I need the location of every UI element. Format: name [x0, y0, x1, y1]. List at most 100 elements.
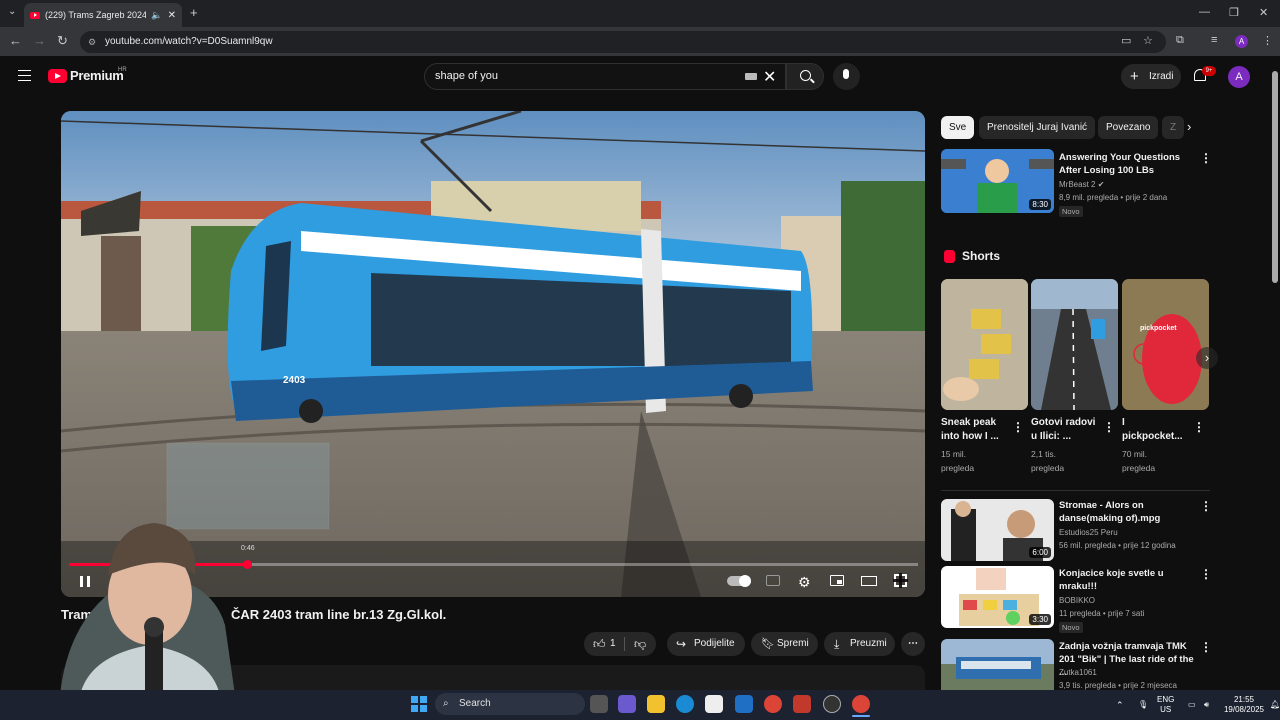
- short-title-line2[interactable]: into how I ...: [941, 430, 999, 444]
- video-thumbnail[interactable]: 6:00: [941, 499, 1054, 561]
- save-button[interactable]: 🔖︎ Spremi: [751, 632, 818, 656]
- minimize-icon[interactable]: —: [1199, 6, 1210, 18]
- video-channel[interactable]: BOBIKKO: [1059, 596, 1095, 605]
- site-info-icon[interactable]: ⚙: [88, 31, 96, 53]
- plus-icon: +: [1130, 68, 1139, 85]
- video-menu-icon[interactable]: ⋮: [1200, 151, 1212, 165]
- chrome-active-icon[interactable]: [852, 695, 870, 713]
- back-icon[interactable]: ←: [9, 34, 22, 48]
- outlook-icon[interactable]: [735, 695, 753, 713]
- short-card[interactable]: pickpocket: [1122, 279, 1209, 410]
- webcam-feed: [60, 523, 235, 695]
- address-bar[interactable]: ⚙ youtube.com/watch?v=D0Suamnl9qw: [80, 31, 1166, 53]
- app-icon[interactable]: [793, 695, 811, 713]
- short-views-unit: pregleda: [941, 463, 975, 473]
- browser-menu-icon[interactable]: ⋮: [1262, 34, 1273, 47]
- share-button[interactable]: ↪ Podijelite: [667, 632, 745, 656]
- search-input[interactable]: shape of you: [424, 63, 786, 90]
- short-title-line1[interactable]: Gotovi radovi: [1031, 416, 1095, 430]
- video-menu-icon[interactable]: ⋮: [1200, 499, 1212, 513]
- media-control-icon[interactable]: ≡: [1211, 34, 1217, 46]
- copilot-icon[interactable]: [618, 695, 636, 713]
- short-thumbnail: [1031, 279, 1118, 410]
- edge-icon[interactable]: [676, 695, 694, 713]
- scrollbar-thumb[interactable]: [1272, 71, 1278, 283]
- video-title[interactable]: Answering Your Questions After Losing 10…: [1059, 151, 1199, 177]
- short-card[interactable]: [1031, 279, 1118, 410]
- settings-gear-icon[interactable]: ⚙: [798, 574, 811, 591]
- subtitles-icon[interactable]: [766, 575, 780, 586]
- chips-next-icon[interactable]: ›: [1187, 119, 1191, 134]
- miniplayer-icon[interactable]: [830, 575, 844, 586]
- video-title[interactable]: Konjacice koje svetle u mraku!!!: [1059, 567, 1199, 593]
- video-channel[interactable]: MrBeast 2 ✔: [1059, 180, 1104, 189]
- short-menu-icon[interactable]: ⋮: [1193, 420, 1205, 434]
- short-title-line2[interactable]: u Ilici: ...: [1031, 430, 1071, 444]
- chip-all[interactable]: Sve: [941, 116, 975, 139]
- windows-start-icon[interactable]: [410, 695, 428, 713]
- autoplay-toggle[interactable]: [727, 575, 751, 587]
- youtube-logo-icon[interactable]: [48, 69, 67, 83]
- video-menu-icon[interactable]: ⋮: [1200, 567, 1212, 581]
- tab-audio-icon[interactable]: 🔈: [151, 10, 162, 21]
- short-card[interactable]: [941, 279, 1028, 410]
- shorts-next-icon[interactable]: ›: [1196, 347, 1218, 369]
- tab-search-icon[interactable]: ⌄: [8, 6, 16, 17]
- tab-close-icon[interactable]: ✕: [168, 10, 176, 21]
- video-menu-icon[interactable]: ⋮: [1200, 640, 1212, 654]
- task-view-icon[interactable]: [590, 695, 608, 713]
- video-channel[interactable]: Estudios25 Peru: [1059, 528, 1118, 537]
- theater-mode-icon[interactable]: [861, 576, 877, 586]
- file-explorer-icon[interactable]: [647, 695, 665, 713]
- chrome-icon[interactable]: [764, 695, 782, 713]
- short-title-line1[interactable]: I: [1122, 416, 1125, 430]
- taskbar-search[interactable]: ⌕ Search: [435, 693, 585, 715]
- language-indicator[interactable]: ENG US: [1157, 695, 1174, 715]
- share-icon: ↪: [676, 637, 687, 651]
- short-title-line2[interactable]: pickpocket...: [1122, 430, 1183, 444]
- browser-profile-avatar[interactable]: A: [1235, 35, 1248, 48]
- microphone-tray-icon[interactable]: 🎙︎: [1138, 700, 1148, 710]
- video-thumbnail[interactable]: 3:30: [941, 566, 1054, 628]
- create-button[interactable]: + Izradi: [1121, 64, 1181, 89]
- browser-tab[interactable]: (229) Trams Zagreb 2024 - 2 🔈 ✕: [24, 3, 182, 27]
- obs-icon[interactable]: [823, 695, 841, 713]
- hamburger-menu-icon[interactable]: [18, 70, 31, 81]
- short-views-unit: pregleda: [1031, 463, 1065, 473]
- dislike-icon[interactable]: 👎︎: [634, 632, 646, 656]
- forward-icon[interactable]: →: [33, 34, 46, 48]
- bookmark-star-icon[interactable]: ☆: [1143, 34, 1153, 47]
- video-channel[interactable]: Zutka1061: [1059, 668, 1097, 677]
- chip-uploader[interactable]: Prenositelj Juraj Ivanić: [979, 116, 1096, 139]
- like-icon[interactable]: 👍︎: [593, 632, 606, 656]
- keyboard-icon[interactable]: [745, 73, 757, 80]
- new-tab-icon[interactable]: +: [190, 5, 198, 20]
- account-avatar[interactable]: A: [1228, 66, 1250, 88]
- short-title-line1[interactable]: Sneak peak: [941, 416, 996, 430]
- video-title[interactable]: Stromae - Alors on danse(making of).mpg: [1059, 499, 1199, 525]
- extensions-icon[interactable]: ⧉: [1176, 34, 1184, 47]
- tray-overflow-icon[interactable]: ⌃: [1116, 700, 1124, 710]
- reload-icon[interactable]: ↻: [57, 34, 68, 48]
- fullscreen-icon[interactable]: [893, 573, 908, 588]
- chip-more[interactable]: Z: [1162, 116, 1184, 139]
- restore-icon[interactable]: ❐: [1229, 6, 1239, 19]
- clear-search-icon[interactable]: ✕: [763, 67, 776, 87]
- short-menu-icon[interactable]: ⋮: [1103, 420, 1115, 434]
- more-actions-button[interactable]: ⋯: [901, 632, 925, 656]
- close-window-icon[interactable]: ✕: [1259, 6, 1268, 19]
- video-thumbnail[interactable]: [941, 639, 1054, 690]
- download-button[interactable]: ⤓ Preuzmi: [824, 632, 895, 656]
- video-thumbnail[interactable]: 8:30: [941, 149, 1054, 213]
- store-icon[interactable]: [705, 695, 723, 713]
- chip-related[interactable]: Povezano: [1098, 116, 1159, 139]
- clock[interactable]: 21:55 19/08/2025: [1218, 695, 1270, 715]
- search-button[interactable]: [786, 63, 824, 90]
- volume-icon[interactable]: 🔊︎: [1204, 700, 1209, 710]
- short-menu-icon[interactable]: ⋮: [1012, 420, 1024, 434]
- logo-text[interactable]: Premium: [70, 68, 124, 83]
- network-icon[interactable]: ▭: [1188, 700, 1196, 710]
- cast-icon[interactable]: ▭: [1121, 34, 1131, 47]
- voice-search-button[interactable]: [833, 63, 860, 90]
- notification-center-icon[interactable]: 🔔︎: [1270, 700, 1280, 710]
